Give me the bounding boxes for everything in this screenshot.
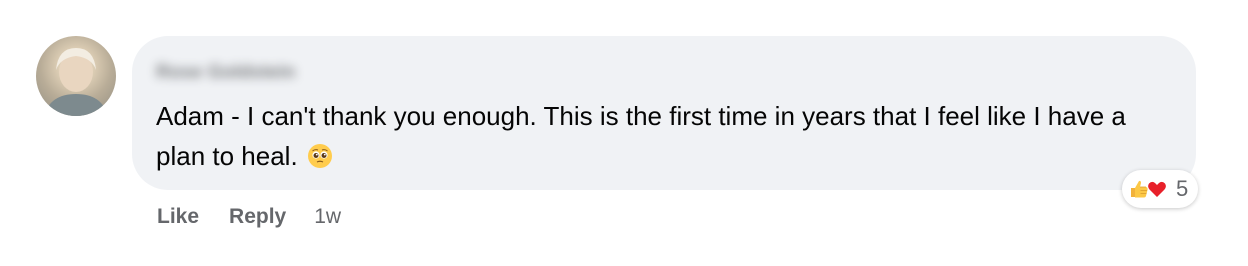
comment-text: Adam - I can't thank you enough. This is… bbox=[156, 101, 1126, 171]
reply-button[interactable]: Reply bbox=[229, 205, 286, 229]
comment-actions: Like Reply 1w bbox=[157, 202, 341, 232]
comment-timestamp[interactable]: 1w bbox=[314, 205, 341, 229]
like-button[interactable]: Like bbox=[157, 205, 199, 229]
reaction-count: 5 bbox=[1176, 176, 1189, 201]
comment-body: Adam - I can't thank you enough. This is… bbox=[156, 96, 1166, 176]
avatar[interactable] bbox=[36, 36, 116, 116]
comment-author[interactable]: Rose Goldstein bbox=[156, 62, 295, 83]
comment-bubble: Rose Goldstein Adam - I can't thank you … bbox=[132, 36, 1196, 190]
reactions-summary[interactable]: 5 bbox=[1122, 170, 1199, 208]
heart-icon bbox=[1146, 178, 1168, 200]
pleading-face-emoji-icon bbox=[307, 140, 333, 168]
